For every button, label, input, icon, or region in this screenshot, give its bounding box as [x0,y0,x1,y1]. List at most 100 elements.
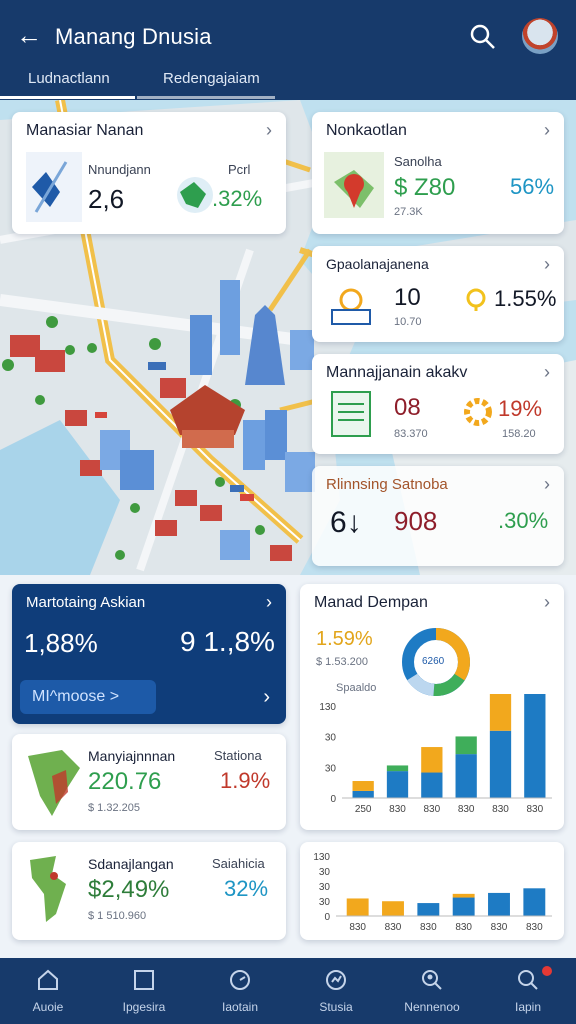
bar-chart: 130 30 30 0 250 830 830 830 830 830 [319,694,552,815]
x-tick-label: 830 [349,922,366,933]
side-label: Stationa [214,748,262,763]
donut-value: 1.59% [316,628,373,650]
nav-label: Ipgesira [122,1000,166,1014]
card-subvalue: 83.370 [394,428,428,440]
card-percent: 1.55% [494,286,557,311]
card-region-1[interactable]: Manyiajnnnan 220.76 $ 1.32.205 Stationa … [12,734,286,830]
chevron-right-icon[interactable]: › [544,362,550,383]
pin-icon [466,288,486,311]
x-tick-label: 830 [385,922,402,933]
card-subvalue: 27.3K [394,206,423,218]
nav-item-home[interactable]: Auoie [0,958,96,1024]
nav-label: Iaotain [221,1000,259,1014]
x-tick-label: 830 [389,804,406,815]
more-button[interactable]: MI^moose > [20,680,156,714]
bar [488,892,510,916]
nav-item-location[interactable]: Iaotain [192,958,288,1024]
avatar[interactable] [522,18,558,54]
card-subvalue-2: 158.20 [502,428,536,440]
card-value: 220.76 [88,768,162,795]
home-icon [38,969,58,990]
bar [352,781,374,791]
gear-icon [464,398,492,426]
nav-label: Nennenoo [404,1000,460,1014]
card-value-1: 6↓ [330,506,362,539]
card-value: $2,49% [88,876,170,903]
tab-indicator-secondary [137,96,275,99]
card-value-2: 908 [394,506,438,536]
card-marketing[interactable]: Martotaing Askian › 1,88% 9 1.,8% MI^moo… [12,584,286,724]
tab-second[interactable]: Redengajaiam [163,70,260,87]
pin-map-icon [26,152,82,222]
card-region-2[interactable]: Sdanajlangan $2,49% $ 1 510.960 Saiahici… [12,842,286,940]
card-title: Mannajjanain akakv [326,364,468,381]
y-tick-label: 0 [324,912,330,923]
card-percent: .30% [498,508,549,533]
card-title: Sdanajlangan [88,856,174,872]
card-overview[interactable]: Manasiar Nanan › Nnundjann 2,6 Pcrl .32% [12,112,286,234]
card-title: Gpaolanajanena [326,256,429,272]
app-header: ← Manang Dnusia Ludnactlann Redengajaiam [0,0,576,100]
x-tick-label: 830 [420,922,437,933]
card-chart-secondary[interactable]: 130 30 30 30 0 830 830 830 830 830 830 [300,842,564,940]
chevron-right-icon[interactable]: › [544,254,550,275]
y-tick-label: 30 [325,733,337,744]
bar [382,901,404,916]
chevron-right-icon[interactable]: › [544,474,550,495]
y-tick-label: 30 [319,882,331,893]
card-value: $ Z80 [394,174,456,201]
chevron-right-icon[interactable]: › [544,592,550,613]
side-label: Saiahicia [212,856,265,871]
chevron-right-icon[interactable]: › [266,120,272,141]
city-map[interactable]: Manasiar Nanan › Nnundjann 2,6 Pcrl .32%… [0,100,576,575]
bottom-navigation: Auoie Ipgesira Iaotain Stusia Nennenoo I… [0,958,576,1024]
card-management[interactable]: Mannajjanain akakv › 08 83.370 19% 158.2… [312,354,564,454]
card-title: Martotaing Askian [26,594,146,611]
bar [452,897,475,916]
donut-center-label: 6260 [422,656,445,667]
card-chart-demand[interactable]: Manad Dempan › 1.59% $ 1.53.200 6260 Spa… [300,584,564,830]
card-percent: 56% [510,174,555,199]
y-tick-label: 130 [319,702,336,713]
nav-label: Stusia [319,1000,353,1014]
y-tick-label: 30 [319,867,331,878]
card-value: 08 [394,394,421,421]
card-locations[interactable]: Nonkaotlan › Sanolha $ Z80 27.3K 56% [312,112,564,234]
bar [421,747,443,773]
chevron-right-icon[interactable]: › [544,120,550,141]
card-subvalue: 10.70 [394,316,422,328]
notification-dot [542,966,552,976]
building-sun-icon [331,288,371,325]
y-tick-label: 130 [313,852,330,863]
card-percent: .32% [212,186,263,211]
chart-icon [326,970,346,990]
card-subvalue: $ 1 510.960 [88,910,147,922]
nav-item-pages[interactable]: Ipgesira [96,958,192,1024]
card-subvalue: $ 1.32.205 [88,802,140,814]
document-icon [331,391,371,437]
card-title: Manasiar Nanan [26,122,144,139]
page-title: Manang Dnusia [55,24,212,49]
chart-caption: Spaaldo [336,682,377,694]
x-tick-label: 830 [491,922,508,933]
search-person-icon [422,970,442,990]
bar [489,730,512,798]
search-icon[interactable] [468,22,498,52]
card-planning[interactable]: Gpaolanajanena › 10 10.70 1.55% [312,246,564,342]
nav-item-search[interactable]: Iapin [480,958,576,1024]
back-arrow-icon[interactable]: ← [16,20,46,50]
nav-item-stats[interactable]: Stusia [288,958,384,1024]
tab-first[interactable]: Ludnactlann [28,70,110,87]
card-value: 10 [394,284,421,311]
nav-label: Iapin [514,1000,542,1014]
bar [455,736,477,755]
card-title: Manyiajnnnan [88,748,176,764]
chevron-right-icon[interactable]: › [263,686,270,709]
x-tick-label: 250 [355,804,372,815]
tab-bar: Ludnactlann Redengajaiam [0,62,576,100]
card-resources[interactable]: Rlinnsing Satnoba › 6↓ 908 .30% [312,466,564,566]
nav-item-members[interactable]: Nennenoo [384,958,480,1024]
bar [346,898,369,916]
nav-label: Auoie [32,1000,64,1014]
chevron-right-icon[interactable]: › [266,592,272,613]
